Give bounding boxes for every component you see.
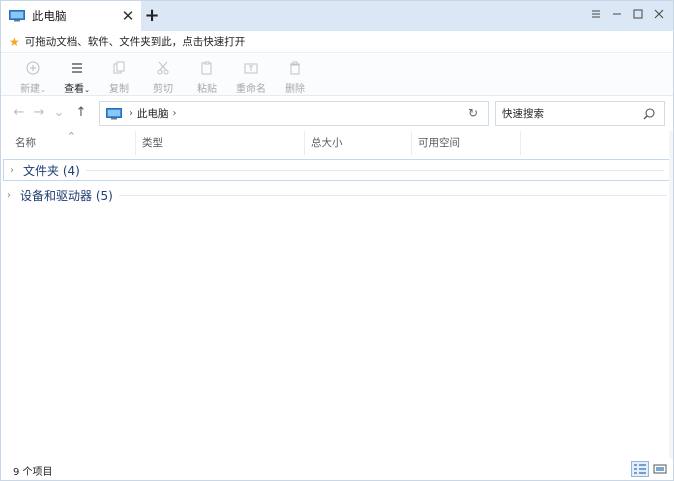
status-bar: 9 个项目 <box>1 458 673 480</box>
search-box[interactable]: 快速搜索 <box>495 101 665 126</box>
cut-button[interactable]: 剪切 <box>145 58 181 95</box>
group-divider <box>85 169 664 171</box>
new-button[interactable]: 新建⌄ <box>15 58 51 95</box>
item-count: 9 个项目 <box>13 467 53 478</box>
new-icon <box>15 61 51 79</box>
delete-label: 删除 <box>285 84 305 95</box>
delete-button[interactable]: 删除 <box>277 58 313 95</box>
new-label: 新建 <box>20 84 41 95</box>
search-input[interactable]: 快速搜索 <box>502 106 544 121</box>
tip-text: 可拖动文档、软件、文件夹到此，点击快速打开 <box>24 36 246 48</box>
close-button[interactable] <box>648 5 669 25</box>
back-arrow-icon[interactable]: ← <box>11 105 27 121</box>
column-headers: ^ 名称 类型 总大小 可用空间 <box>1 131 673 155</box>
refresh-icon[interactable]: ↻ <box>466 106 480 120</box>
copy-label: 复制 <box>109 84 129 95</box>
paste-button[interactable]: 粘贴 <box>189 58 225 95</box>
file-explorer-window: 此电脑 ✕ + ★ 可拖动文档、软件、文件夹到此，点击快速打开 新建⌄ 查看⌄ … <box>0 0 674 481</box>
computer-icon <box>9 10 25 22</box>
tab-title: 此电脑 <box>32 9 67 23</box>
ribbon-toolbar: 新建⌄ 查看⌄ 复制 剪切 粘贴 重命名 删除 <box>1 54 673 96</box>
column-header-total-size[interactable]: 总大小 <box>305 131 412 155</box>
paste-label: 粘贴 <box>197 84 217 95</box>
tab-close-icon[interactable]: ✕ <box>120 8 136 24</box>
view-button[interactable]: 查看⌄ <box>59 58 95 95</box>
cut-label: 剪切 <box>153 84 173 95</box>
tab-this-pc[interactable]: 此电脑 ✕ <box>1 1 141 31</box>
delete-icon <box>277 61 313 79</box>
recent-locations-chevron-icon[interactable]: ⌄ <box>51 105 67 121</box>
group-divider <box>118 194 667 196</box>
breadcrumb-separator-icon[interactable]: › <box>129 108 133 119</box>
view-label: 查看 <box>64 84 85 95</box>
group-title: 文件夹 (4) <box>23 163 80 178</box>
star-icon: ★ <box>9 34 20 49</box>
column-header-free-space[interactable]: 可用空间 <box>412 131 521 155</box>
copy-icon <box>101 61 137 79</box>
rename-label: 重命名 <box>236 84 266 95</box>
up-arrow-icon[interactable]: ↑ <box>73 105 89 121</box>
menu-icon[interactable] <box>585 5 606 25</box>
search-icon[interactable] <box>642 107 656 121</box>
scrollbar-track[interactable] <box>669 131 673 458</box>
navigation-bar: ← → ⌄ ↑ › 此电脑 › ↻ 快速搜索 <box>1 97 673 131</box>
computer-icon <box>106 107 122 119</box>
chevron-right-icon[interactable]: › <box>10 165 20 176</box>
breadcrumb-separator-icon[interactable]: › <box>173 108 177 119</box>
rename-icon <box>233 61 269 79</box>
group-folders[interactable]: › 文件夹 (4) <box>3 159 671 181</box>
title-bar: 此电脑 ✕ + <box>1 1 673 31</box>
quick-access-tip-bar[interactable]: ★ 可拖动文档、软件、文件夹到此，点击快速打开 <box>1 31 673 53</box>
group-title: 设备和驱动器 (5) <box>20 188 113 203</box>
address-bar[interactable]: › 此电脑 › ↻ <box>99 101 489 126</box>
details-view-icon[interactable] <box>631 461 649 477</box>
minimize-button[interactable] <box>606 5 627 25</box>
view-icon <box>59 61 95 79</box>
maximize-button[interactable] <box>627 5 648 25</box>
large-icons-view-icon[interactable] <box>651 461 669 477</box>
breadcrumb-this-pc[interactable]: 此电脑 <box>137 106 169 121</box>
cut-icon <box>145 61 181 79</box>
forward-arrow-icon[interactable]: → <box>31 105 47 121</box>
copy-button[interactable]: 复制 <box>101 58 137 95</box>
column-header-name[interactable]: 名称 <box>9 131 136 155</box>
group-devices-and-drives[interactable]: › 设备和驱动器 (5) <box>1 185 673 205</box>
paste-icon <box>189 61 225 79</box>
column-header-type[interactable]: 类型 <box>136 131 305 155</box>
window-controls <box>585 5 669 25</box>
new-tab-button[interactable]: + <box>143 6 161 26</box>
rename-button[interactable]: 重命名 <box>233 58 269 95</box>
chevron-right-icon[interactable]: › <box>7 190 17 201</box>
